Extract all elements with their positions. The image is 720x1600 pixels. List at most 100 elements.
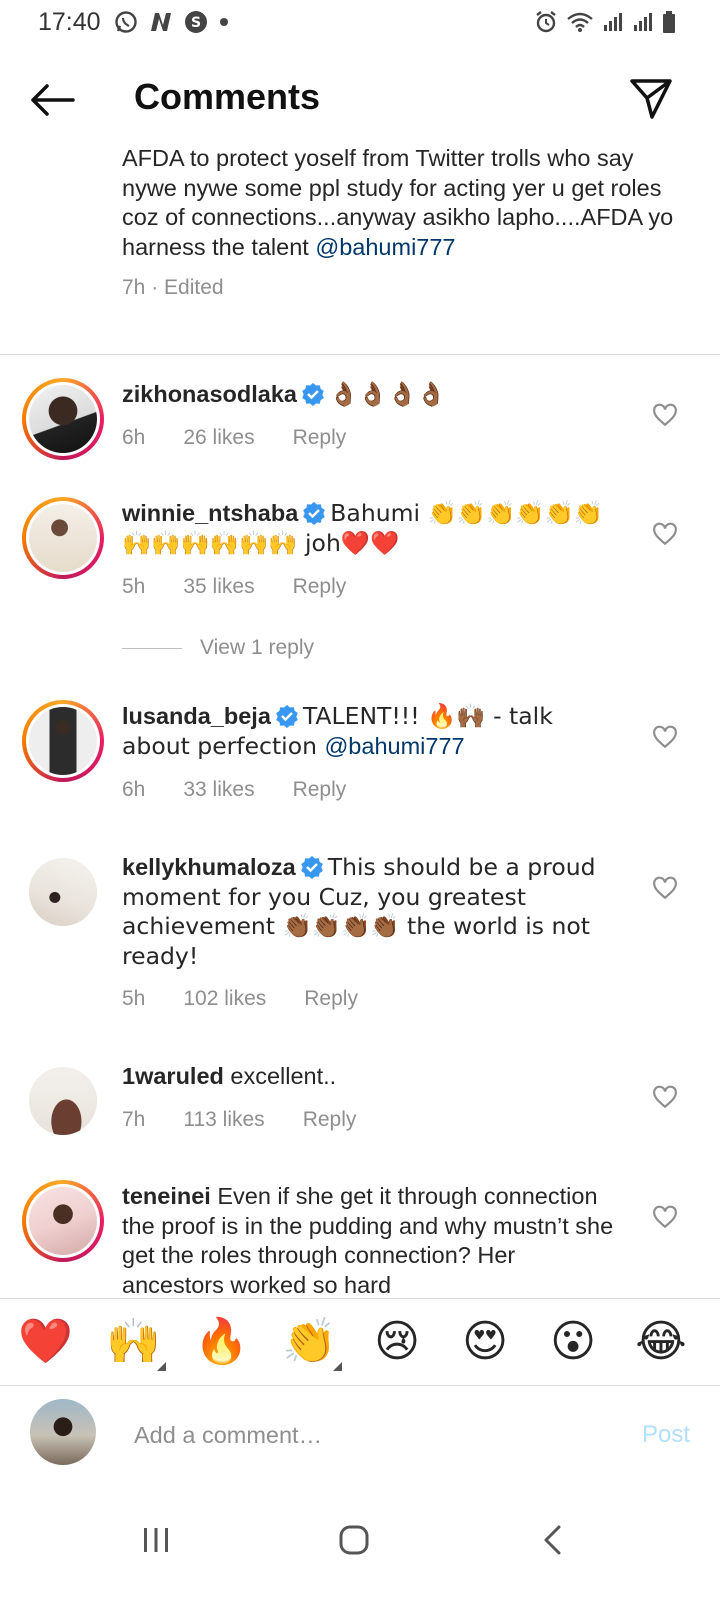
battery-icon (662, 10, 676, 34)
avatar[interactable] (22, 497, 104, 579)
comment-time: 6h (122, 426, 146, 449)
verified-badge-icon (276, 705, 298, 728)
nav-back-button[interactable] (522, 1510, 582, 1570)
send-icon (630, 79, 672, 119)
view-replies-label: View 1 reply (200, 636, 315, 659)
s-app-icon: S (184, 10, 208, 34)
comment-username[interactable]: winnie_ntshaba (122, 500, 298, 526)
status-bar: 17:40 S (0, 0, 720, 48)
replies-line (122, 647, 182, 649)
back-arrow-icon (31, 84, 75, 116)
skin-tone-indicator (333, 1362, 342, 1371)
comment-username[interactable]: kellykhumaloza (122, 854, 296, 880)
verified-badge-icon (300, 856, 323, 879)
emoji-raised-hands-button[interactable]: 🙌 (106, 1315, 166, 1371)
caption-divider (0, 354, 720, 355)
caption-meta: 7h · Edited (122, 276, 224, 299)
verified-badge-icon (302, 383, 324, 406)
comment-text: winnie_ntshaba Bahumi 👏👏👏👏👏👏🙌🙌🙌🙌🙌🙌 joh❤️❤… (122, 499, 622, 558)
home-button[interactable] (324, 1510, 384, 1570)
reply-button[interactable]: Reply (293, 575, 347, 599)
comment-time: 7h (122, 1108, 146, 1131)
comment-username[interactable]: zikhonasodlaka (122, 381, 297, 407)
reply-button[interactable]: Reply (293, 426, 347, 450)
avatar[interactable] (22, 378, 104, 460)
comment-likes[interactable]: 102 likes (183, 987, 266, 1011)
comment-likes[interactable]: 33 likes (183, 778, 254, 802)
page-title: Comments (134, 76, 321, 117)
top-bar: Comments (0, 60, 720, 140)
heart-icon[interactable] (652, 875, 678, 901)
comment-meta: 5h 102 likes Reply (122, 987, 358, 1011)
avatar[interactable] (22, 1060, 104, 1142)
comment-input[interactable] (134, 1417, 594, 1453)
reply-button[interactable]: Reply (304, 987, 358, 1011)
back-icon (544, 1525, 561, 1555)
verified-badge-icon (303, 502, 326, 525)
signal-1-icon (602, 11, 624, 33)
svg-text:S: S (191, 15, 201, 31)
comment-text: kellykhumaloza This should be a proud mom… (122, 853, 622, 971)
recents-button[interactable] (126, 1510, 186, 1570)
emoji-raised-hands-label: 🙌 (106, 1316, 161, 1367)
comment-meta: 6h 26 likes Reply (122, 426, 346, 450)
recents-icon (144, 1528, 168, 1552)
comment-likes[interactable]: 113 likes (183, 1108, 264, 1132)
heart-icon[interactable] (652, 521, 678, 547)
reply-button[interactable]: Reply (303, 1108, 357, 1132)
comment-mention[interactable]: @bahumi777 (324, 733, 464, 759)
comment-meta: 6h 33 likes Reply (122, 778, 346, 802)
emoji-heart-eyes-button[interactable]: 😍 (458, 1315, 512, 1369)
alarm-icon (534, 10, 558, 34)
user-avatar (30, 1399, 96, 1465)
heart-icon[interactable] (652, 1084, 678, 1110)
comment-composer: Post (0, 1387, 720, 1487)
comment-username[interactable]: 1waruled (122, 1063, 224, 1089)
comment-text: lusanda_beja TALENT!!! 🔥🙌🏾 - talk about p… (122, 702, 622, 761)
status-time: 17:40 (38, 8, 101, 36)
comment-likes[interactable]: 26 likes (183, 426, 254, 450)
avatar[interactable] (22, 1180, 104, 1262)
emoji-fire-button[interactable]: 🔥 (194, 1315, 249, 1369)
comment-meta: 7h 113 likes Reply (122, 1108, 356, 1132)
avatar[interactable] (22, 851, 104, 933)
emoji-clap-button[interactable]: 👏 (282, 1315, 342, 1371)
heart-icon[interactable] (652, 402, 678, 428)
comment-likes[interactable]: 35 likes (183, 575, 254, 599)
comment-text: teneinei Even if she get it through conn… (122, 1182, 622, 1297)
emoji-surprised-button[interactable]: 😮 (546, 1315, 600, 1369)
netflix-n-icon (148, 11, 174, 33)
comment-content: excellent.. (230, 1063, 337, 1089)
comment-meta: 5h 35 likes Reply (122, 575, 346, 599)
comment-text: 1waruled excellent.. (122, 1062, 622, 1092)
reply-button[interactable]: Reply (293, 778, 347, 802)
caption-mention[interactable]: @bahumi777 (315, 234, 455, 260)
comment-item: teneinei Even if she get it through conn… (0, 1180, 720, 1297)
emoji-cry-button[interactable]: 😢 (370, 1315, 424, 1369)
emoji-heart-button[interactable]: ❤️ (18, 1315, 73, 1369)
view-replies-button[interactable]: View 1 reply (122, 636, 314, 660)
comment-time: 5h (122, 575, 146, 598)
back-button[interactable] (26, 78, 78, 122)
heart-icon[interactable] (652, 724, 678, 750)
comment-time: 5h (122, 987, 146, 1010)
comment-text: zikhonasodlaka 👌🏾👌🏾👌🏾👌🏾 (122, 380, 622, 410)
share-button[interactable] (626, 74, 676, 124)
comment-time: 6h (122, 778, 146, 801)
comment-username[interactable]: teneinei (122, 1183, 211, 1209)
dot-icon (218, 16, 230, 28)
home-icon (339, 1525, 369, 1555)
status-left-icons: S (114, 10, 230, 34)
emoji-laugh-button[interactable]: 😂 (634, 1315, 688, 1369)
wifi-icon (566, 11, 594, 33)
skin-tone-indicator (157, 1362, 166, 1371)
signal-2-icon (632, 11, 654, 33)
emoji-clap-label: 👏 (282, 1316, 337, 1367)
caption-text: AFDA to protect yoself from Twitter trol… (122, 144, 682, 262)
comment-content: 👌🏾👌🏾👌🏾👌🏾 (329, 380, 447, 408)
comment-username[interactable]: lusanda_beja (122, 703, 271, 729)
heart-icon[interactable] (652, 1204, 678, 1230)
post-button[interactable]: Post (642, 1421, 690, 1449)
avatar[interactable] (22, 700, 104, 782)
whatsapp-icon (114, 10, 138, 34)
